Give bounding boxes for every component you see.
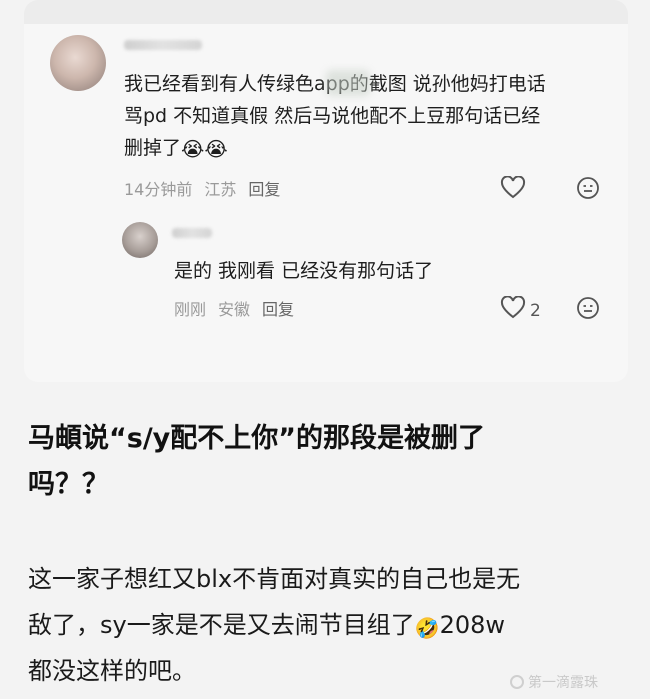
smiley-icon	[576, 296, 600, 325]
body-line-2: 敌了，sy一家是不是又去闹节目组了🤣208w	[28, 602, 628, 648]
comment-reply-button[interactable]: 回复	[248, 176, 280, 200]
body-line-2-count: 208w	[439, 611, 506, 639]
comment-like-button[interactable]	[500, 175, 526, 205]
comment-line-3: 删掉了😭😭	[124, 132, 624, 164]
headline-line-2: 吗？？	[28, 469, 109, 500]
comment-react-button[interactable]	[576, 176, 600, 205]
comment-line-3-text: 删掉了	[124, 137, 182, 159]
comment-line-2: 骂pd 不知道真假 然后马说他配不上豆那句话已经	[124, 105, 541, 127]
comment-time: 14分钟前	[124, 180, 193, 199]
heart-icon	[500, 175, 526, 205]
reply-like-count: 2	[530, 300, 541, 321]
reply-location: 安徽	[218, 300, 251, 319]
commenter-avatar[interactable]	[50, 35, 106, 91]
comment-location: 江苏	[204, 180, 237, 199]
reply-reply-button[interactable]: 回复	[262, 296, 294, 320]
replier-name-obscured[interactable]	[172, 228, 212, 238]
reply-meta: 刚刚 安徽 回复	[174, 296, 294, 320]
crying-emoji: 😭😭	[181, 137, 228, 161]
body-line-2-text: 敌了，sy一家是不是又去闹节目组了	[28, 611, 415, 639]
watermark-logo-icon	[510, 675, 524, 689]
smiley-icon	[576, 176, 600, 205]
reply-react-button[interactable]	[576, 296, 600, 325]
post-headline: 马頔说“s/y配不上你”的那段是被删了 吗？？	[28, 416, 628, 508]
comment-card: 我已经看到有人传绿色app的截图 说孙他妈打电话 骂pd 不知道真假 然后马说他…	[24, 0, 628, 382]
heart-icon	[500, 295, 526, 325]
commenter-name-obscured[interactable]	[124, 40, 202, 50]
reply-text: 是的 我刚看 已经没有那句话了	[174, 260, 434, 282]
comment-meta: 14分钟前 江苏 回复	[124, 176, 280, 200]
watermark: 第一滴露珠	[510, 672, 598, 692]
text-obscure-smudge	[326, 70, 370, 96]
headline-line-1: 马頔说“s/y配不上你”的那段是被删了	[28, 423, 486, 454]
body-line-1: 这一家子想红又blx不肯面对真实的自己也是无	[28, 565, 521, 593]
replier-avatar[interactable]	[122, 222, 158, 258]
reply-like-button[interactable]: 2	[500, 295, 541, 325]
reply-time: 刚刚	[174, 300, 207, 319]
comment-line-1: 我已经看到有人传绿色app的截图 说孙他妈打电话	[124, 73, 546, 95]
card-top-strip	[24, 0, 628, 24]
laughing-emoji: 🤣	[414, 616, 440, 640]
watermark-text: 第一滴露珠	[528, 675, 598, 691]
comment-text: 我已经看到有人传绿色app的截图 说孙他妈打电话 骂pd 不知道真假 然后马说他…	[124, 68, 624, 164]
screenshot-page: 我已经看到有人传绿色app的截图 说孙他妈打电话 骂pd 不知道真假 然后马说他…	[0, 0, 650, 699]
